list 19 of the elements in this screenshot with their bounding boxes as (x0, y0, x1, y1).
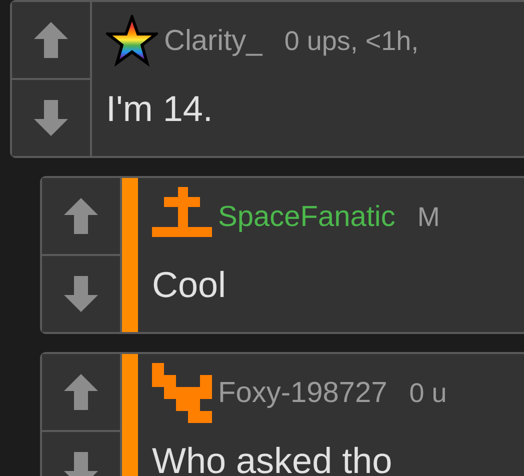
comment-meta: 0 ups, <1h, (284, 26, 419, 56)
comment-meta: 0 u (409, 378, 447, 408)
username[interactable]: Clarity_ (164, 24, 262, 58)
arrow-down-icon (64, 276, 98, 312)
comment-text: I'm 14. (106, 88, 214, 130)
username[interactable]: Foxy-198727 (218, 376, 388, 410)
upvote-button[interactable] (42, 354, 120, 432)
arrow-up-icon (34, 22, 68, 58)
pixel-avatar-icon (152, 363, 212, 423)
rainbow-star-icon (106, 15, 158, 67)
comment-meta: M (417, 202, 440, 232)
arrow-down-icon (34, 100, 68, 136)
upvote-button[interactable] (12, 2, 90, 80)
username[interactable]: SpaceFanatic (218, 200, 396, 234)
comment-text: Who asked tho (152, 440, 394, 476)
comment-text: Cool (152, 264, 228, 306)
upvote-button[interactable] (42, 178, 120, 256)
arrow-up-icon (64, 374, 98, 410)
arrow-up-icon (64, 198, 98, 234)
